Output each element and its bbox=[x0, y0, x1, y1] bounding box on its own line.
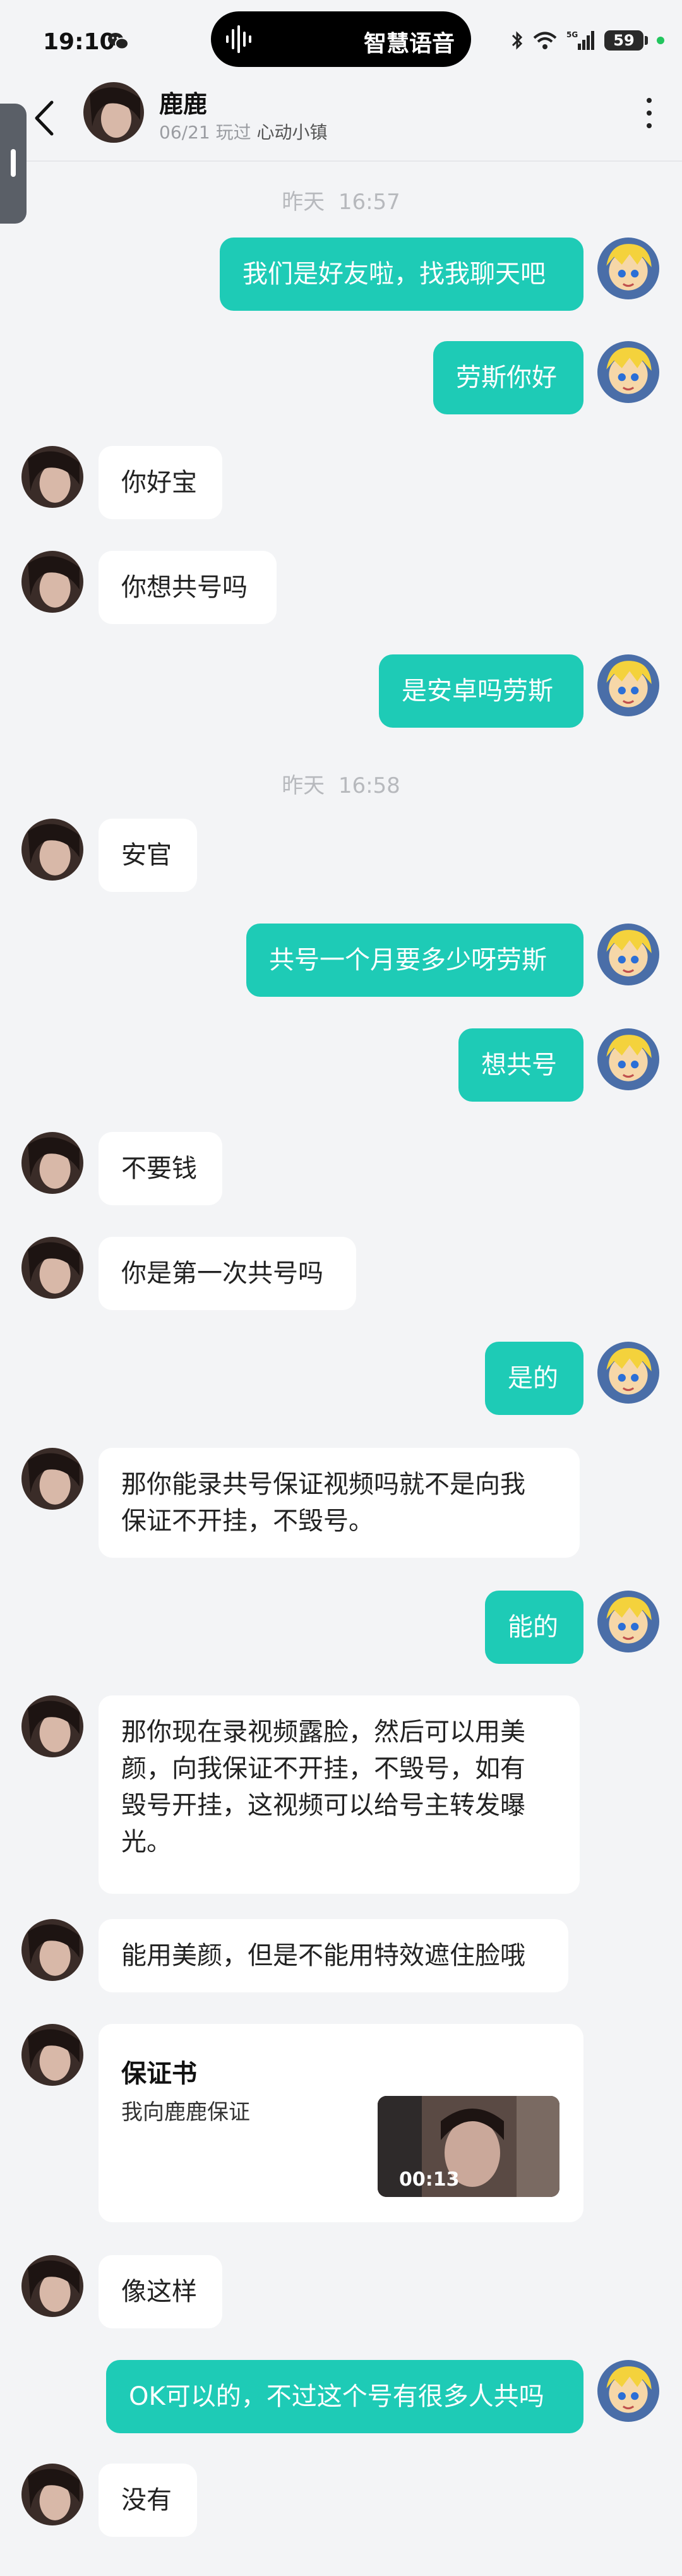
incoming-message-bubble[interactable]: 那你现在录视频露脸，然后可以用美 颜，向我保证不开挂，不毁号，如有 毁号开挂，这… bbox=[99, 1695, 580, 1894]
my-avatar[interactable] bbox=[597, 924, 659, 985]
my-avatar[interactable] bbox=[597, 654, 659, 716]
status-icons: 5G 59 bbox=[511, 28, 664, 53]
timestamp: 昨天 16:58 bbox=[282, 773, 400, 798]
contact-avatar[interactable] bbox=[21, 1695, 83, 1757]
wechat-icon bbox=[108, 33, 129, 50]
game-name[interactable]: 心动小镇 bbox=[257, 122, 328, 143]
status-bar: 19:10 智慧语音 5G 59 bbox=[0, 0, 682, 82]
my-avatar[interactable] bbox=[597, 2360, 659, 2422]
contact-avatar[interactable] bbox=[21, 2464, 83, 2525]
privacy-indicator-dot bbox=[657, 37, 664, 44]
incoming-message-bubble[interactable]: 安官 bbox=[99, 819, 197, 892]
incoming-message-bubble[interactable]: 你想共号吗 bbox=[99, 551, 277, 624]
played-label: 玩过 bbox=[215, 122, 251, 143]
contact-subtitle: 06/21 玩过 心动小镇 bbox=[159, 119, 328, 144]
my-avatar[interactable] bbox=[597, 238, 659, 299]
contact-avatar[interactable] bbox=[21, 446, 83, 508]
contact-avatar[interactable] bbox=[21, 2255, 83, 2317]
incoming-message-bubble[interactable]: 没有 bbox=[99, 2464, 197, 2537]
my-avatar[interactable] bbox=[597, 1028, 659, 1090]
back-arrow-icon[interactable] bbox=[25, 96, 63, 140]
video-duration: 00:13 bbox=[399, 2169, 460, 2191]
contact-avatar[interactable] bbox=[21, 551, 83, 613]
last-played-date: 06/21 bbox=[159, 122, 210, 143]
chat-screen: 19:10 智慧语音 5G 59 鹿鹿 06/21 玩过 心动小镇 昨天 16:… bbox=[0, 0, 682, 2576]
incoming-message-bubble[interactable]: 你好宝 bbox=[99, 446, 222, 519]
outgoing-message-bubble[interactable]: 劳斯你好 bbox=[433, 341, 583, 414]
voice-assistant-label: 智慧语音 bbox=[363, 31, 455, 57]
5g-signal-icon: 5G bbox=[566, 30, 594, 50]
contact-avatar[interactable] bbox=[21, 1448, 83, 1510]
incoming-message-bubble[interactable]: 能用美颜，但是不能用特效遮住脸哦 bbox=[99, 1919, 568, 1992]
contact-avatar[interactable] bbox=[21, 1237, 83, 1299]
outgoing-message-bubble[interactable]: 是安卓吗劳斯 bbox=[379, 654, 583, 728]
voice-wave-icon bbox=[226, 25, 251, 53]
svg-text:5G: 5G bbox=[566, 30, 578, 39]
timestamp: 昨天 16:57 bbox=[282, 190, 400, 215]
contact-avatar[interactable] bbox=[21, 1919, 83, 1981]
outgoing-message-bubble[interactable]: 能的 bbox=[485, 1591, 583, 1664]
contact-avatar[interactable] bbox=[21, 1132, 83, 1194]
outgoing-message-bubble[interactable]: 是的 bbox=[485, 1342, 583, 1415]
incoming-message-bubble[interactable]: 你是第一次共号吗 bbox=[99, 1237, 356, 1310]
guarantee-card[interactable]: 保证书 我向鹿鹿保证 00:13 bbox=[99, 2024, 583, 2222]
status-time: 19:10 bbox=[43, 29, 116, 55]
battery-tip bbox=[645, 36, 648, 45]
outgoing-message-bubble[interactable]: 我们是好友啦，找我聊天吧 bbox=[220, 238, 583, 311]
contact-avatar[interactable] bbox=[21, 2024, 83, 2086]
card-title: 保证书 bbox=[121, 2059, 197, 2088]
outgoing-message-bubble[interactable]: 想共号 bbox=[458, 1028, 583, 1102]
my-avatar[interactable] bbox=[597, 1591, 659, 1652]
contact-name: 鹿鹿 bbox=[159, 90, 208, 118]
dynamic-island[interactable]: 智慧语音 bbox=[211, 11, 471, 67]
card-body: 我向鹿鹿保证 bbox=[121, 2100, 250, 2125]
outgoing-message-bubble[interactable]: 共号一个月要多少呀劳斯 bbox=[246, 924, 583, 997]
incoming-message-bubble[interactable]: 那你能录共号保证视频吗就不是向我 保证不开挂，不毁号。 bbox=[99, 1448, 580, 1558]
video-thumbnail[interactable]: 00:13 bbox=[378, 2096, 559, 2197]
chat-header: 鹿鹿 06/21 玩过 心动小镇 bbox=[0, 82, 682, 162]
contact-avatar-image bbox=[83, 82, 144, 143]
incoming-message-bubble[interactable]: 不要钱 bbox=[99, 1132, 222, 1205]
outgoing-message-bubble[interactable]: OK可以的，不过这个号有很多人共吗 bbox=[106, 2360, 583, 2433]
wifi-icon bbox=[533, 32, 557, 49]
incoming-message-bubble[interactable]: 像这样 bbox=[99, 2255, 222, 2328]
bluetooth-icon bbox=[512, 31, 523, 50]
my-avatar[interactable] bbox=[597, 341, 659, 403]
my-avatar[interactable] bbox=[597, 1342, 659, 1404]
contact-avatar[interactable] bbox=[83, 82, 144, 143]
more-options-icon[interactable] bbox=[637, 91, 662, 135]
battery-icon: 59 bbox=[604, 30, 643, 51]
contact-avatar[interactable] bbox=[21, 819, 83, 881]
